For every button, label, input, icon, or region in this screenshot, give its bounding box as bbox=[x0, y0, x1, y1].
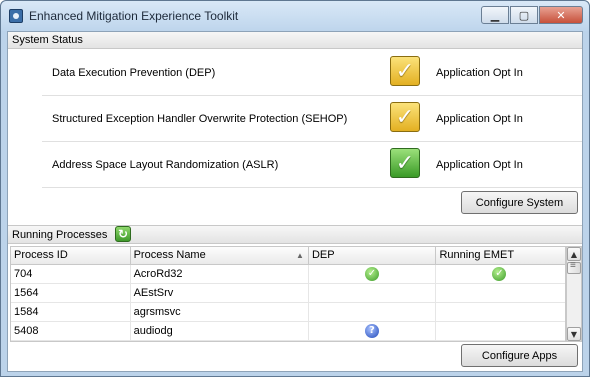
cell-dep: ? bbox=[309, 322, 437, 340]
cell-process-name: agrsmsvc bbox=[131, 303, 309, 321]
table-row[interactable]: 704 AcroRd32 ✓ ✓ bbox=[11, 265, 565, 284]
cell-running-emet bbox=[436, 284, 565, 302]
cell-dep bbox=[309, 303, 437, 321]
cell-process-id: 5408 bbox=[11, 322, 131, 340]
status-value: Application Opt In bbox=[436, 67, 523, 79]
scroll-thumb[interactable] bbox=[567, 260, 581, 274]
yellow-check-icon[interactable]: ✓ bbox=[390, 56, 420, 86]
system-status-header: System Status bbox=[8, 32, 582, 49]
cell-process-id: 1564 bbox=[11, 284, 131, 302]
configure-system-button[interactable]: Configure System bbox=[461, 191, 578, 214]
cell-process-id: 704 bbox=[11, 265, 131, 283]
table-scrollbar[interactable]: ▲ ▼ bbox=[566, 246, 582, 342]
running-processes-title: Running Processes bbox=[12, 229, 108, 241]
table-header: Process ID Process Name ▲ DEP Running EM… bbox=[11, 247, 565, 265]
refresh-icon[interactable]: ↻ bbox=[115, 226, 131, 242]
green-check-icon: ✓ bbox=[492, 267, 507, 281]
app-window: Enhanced Mitigation Experience Toolkit ▁… bbox=[0, 0, 590, 377]
status-row-aslr: Address Space Layout Randomization (ASLR… bbox=[42, 142, 582, 188]
scroll-down-button[interactable]: ▼ bbox=[567, 327, 581, 341]
column-header-process-name[interactable]: Process Name ▲ bbox=[131, 247, 309, 264]
cell-process-id: 1584 bbox=[11, 303, 131, 321]
window-title: Enhanced Mitigation Experience Toolkit bbox=[29, 9, 239, 23]
status-value: Application Opt In bbox=[436, 159, 523, 171]
table-row[interactable]: 1564 AEstSrv bbox=[11, 284, 565, 303]
column-header-running-emet[interactable]: Running EMET bbox=[436, 247, 565, 264]
close-icon: ✕ bbox=[556, 8, 566, 22]
scroll-up-button[interactable]: ▲ bbox=[567, 247, 581, 261]
green-check-icon[interactable]: ✓ bbox=[390, 148, 420, 178]
minimize-button[interactable]: ▁ bbox=[481, 6, 509, 24]
chevron-up-icon: ▲ bbox=[570, 249, 578, 259]
status-label: Structured Exception Handler Overwrite P… bbox=[52, 113, 348, 125]
main-panel: System Status Data Execution Prevention … bbox=[7, 31, 583, 372]
green-check-icon: ✓ bbox=[364, 267, 379, 281]
table-row[interactable]: 1584 agrsmsvc bbox=[11, 303, 565, 322]
cell-process-name: AcroRd32 bbox=[131, 265, 309, 283]
cell-process-name: audiodg bbox=[131, 322, 309, 340]
column-header-label: Process Name bbox=[133, 249, 206, 261]
close-button[interactable]: ✕ bbox=[539, 6, 583, 24]
app-icon bbox=[9, 9, 23, 23]
sort-ascending-icon: ▲ bbox=[296, 251, 304, 260]
cell-dep: ✓ bbox=[309, 265, 437, 283]
cell-running-emet: ✓ bbox=[436, 265, 565, 283]
column-header-dep[interactable]: DEP bbox=[309, 247, 437, 264]
cell-dep bbox=[309, 284, 437, 302]
running-processes-header: Running Processes bbox=[8, 225, 582, 244]
minimize-icon: ▁ bbox=[490, 8, 500, 22]
status-row-dep: Data Execution Prevention (DEP) ✓ Applic… bbox=[42, 50, 582, 96]
title-bar[interactable]: Enhanced Mitigation Experience Toolkit ▁… bbox=[1, 1, 589, 31]
status-label: Data Execution Prevention (DEP) bbox=[52, 67, 216, 79]
table-row[interactable]: 5408 audiodg ? bbox=[11, 322, 565, 341]
question-icon: ? bbox=[364, 324, 379, 338]
status-row-sehop: Structured Exception Handler Overwrite P… bbox=[42, 96, 582, 142]
yellow-check-icon[interactable]: ✓ bbox=[390, 102, 420, 132]
configure-apps-button[interactable]: Configure Apps bbox=[461, 344, 578, 367]
process-table: Process ID Process Name ▲ DEP Running EM… bbox=[10, 246, 566, 342]
column-header-process-id[interactable]: Process ID bbox=[11, 247, 131, 264]
maximize-icon: ▢ bbox=[518, 8, 530, 22]
window-controls: ▁ ▢ ✕ bbox=[480, 6, 583, 24]
cell-running-emet bbox=[436, 303, 565, 321]
chevron-down-icon: ▼ bbox=[570, 329, 578, 339]
cell-process-name: AEstSrv bbox=[131, 284, 309, 302]
maximize-button[interactable]: ▢ bbox=[510, 6, 538, 24]
status-value: Application Opt In bbox=[436, 113, 523, 125]
status-label: Address Space Layout Randomization (ASLR… bbox=[52, 159, 279, 171]
cell-running-emet bbox=[436, 322, 565, 340]
